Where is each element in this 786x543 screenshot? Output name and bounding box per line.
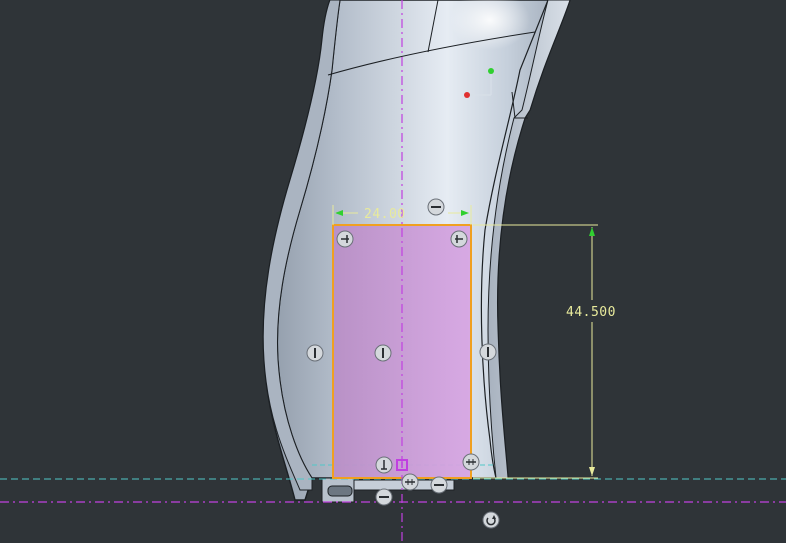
height-arrow-top	[589, 227, 595, 236]
width-dimension-value[interactable]: 24.00	[364, 207, 406, 222]
graphics-canvas[interactable]: 24.00 44.500	[0, 0, 786, 543]
triad-y-tip	[488, 68, 494, 74]
base-slot	[327, 485, 353, 497]
horizontal-constraint-icon[interactable]	[427, 198, 445, 216]
cad-viewport[interactable]: 24.00 44.500	[0, 0, 786, 543]
rotate-handle-icon[interactable]	[482, 511, 500, 529]
perpendicular-constraint-icon[interactable]	[336, 230, 354, 248]
tangent-constraint-icon[interactable]	[375, 456, 393, 474]
vertical-constraint-icon[interactable]	[374, 344, 392, 362]
perpendicular-constraint-icon[interactable]	[462, 453, 480, 471]
horizontal-constraint-icon[interactable]	[430, 476, 448, 494]
perpendicular-constraint-icon[interactable]	[450, 230, 468, 248]
tangent-constraint-icon[interactable]	[401, 473, 419, 491]
height-arrow-bottom	[589, 467, 595, 476]
height-dimension-value[interactable]: 44.500	[566, 305, 616, 320]
vertical-constraint-icon[interactable]	[306, 344, 324, 362]
vertical-constraint-icon[interactable]	[479, 343, 497, 361]
horizontal-constraint-icon[interactable]	[375, 488, 393, 506]
triad-x-tip	[464, 92, 470, 98]
